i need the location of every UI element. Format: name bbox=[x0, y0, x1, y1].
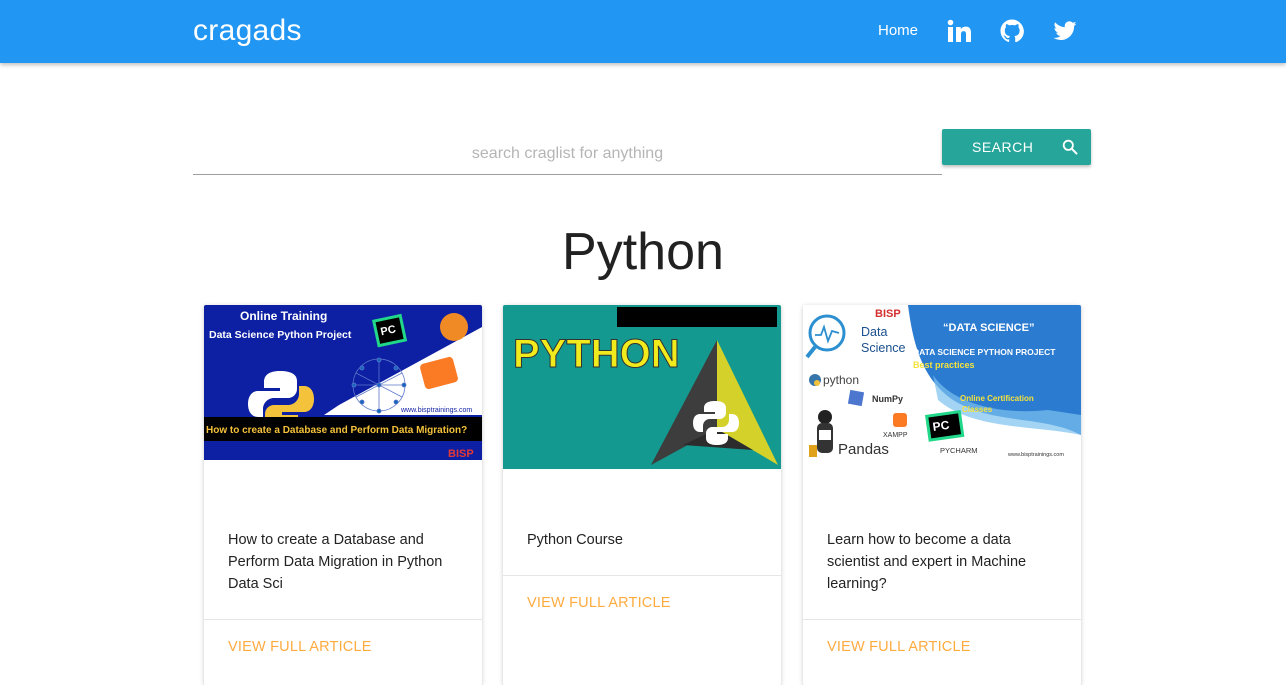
view-full-article-link[interactable]: VIEW FULL ARTICLE bbox=[527, 595, 671, 611]
search-button[interactable]: SEARCH bbox=[942, 129, 1091, 165]
article-card: Online Training Data Science Python Proj… bbox=[204, 305, 482, 685]
page-title: Python bbox=[562, 223, 724, 281]
search-button-label: SEARCH bbox=[972, 139, 1034, 155]
view-full-article-link[interactable]: VIEW FULL ARTICLE bbox=[827, 639, 971, 655]
card-action: VIEW FULL ARTICLE bbox=[803, 619, 1081, 655]
navbar: cragads Home bbox=[0, 0, 1286, 63]
bisp-logo: BISP bbox=[448, 448, 474, 460]
card-image-quote: “DATA SCIENCE” bbox=[943, 322, 1034, 334]
numpy-label: NumPy bbox=[872, 394, 903, 404]
article-card: PYTHON Python Course VIEW FULL ARTICLE bbox=[503, 305, 781, 685]
data-science-label: Science bbox=[861, 341, 906, 355]
view-full-article-link[interactable]: VIEW FULL ARTICLE bbox=[228, 639, 372, 655]
svg-text:PC: PC bbox=[932, 418, 951, 434]
brand-logo[interactable]: cragads bbox=[193, 14, 302, 48]
card-title: Python Course bbox=[527, 532, 623, 548]
card-image[interactable]: BISP Data Science “DATA SCIENCE” DATA SC… bbox=[803, 305, 1081, 460]
postgres-logo-icon bbox=[440, 313, 468, 341]
card-image-project: DATA SCIENCE PYTHON PROJECT bbox=[913, 347, 1056, 357]
card-image-title: Online Training bbox=[240, 309, 327, 323]
card-image-subtitle: Data Science Python Project bbox=[209, 329, 352, 341]
xampp-label: XAMPP bbox=[883, 432, 908, 439]
card-image-best: Best practices bbox=[913, 360, 975, 370]
python-label: python bbox=[823, 373, 859, 387]
twitter-icon[interactable] bbox=[1052, 18, 1078, 44]
card-action: VIEW FULL ARTICLE bbox=[204, 619, 482, 655]
card-image-banner: How to create a Database and Perform Dat… bbox=[206, 425, 467, 436]
xampp-logo-icon bbox=[893, 413, 907, 427]
pycharm-badge-icon: PC bbox=[925, 409, 965, 442]
search-input[interactable] bbox=[193, 130, 942, 174]
github-icon[interactable] bbox=[999, 18, 1025, 44]
card-image-website: www.bisptrainings.com bbox=[1007, 452, 1064, 458]
nav-home-link[interactable]: Home bbox=[878, 22, 918, 39]
card-image-title: PYTHON bbox=[513, 332, 680, 376]
article-card: BISP Data Science “DATA SCIENCE” DATA SC… bbox=[803, 305, 1081, 685]
search-field bbox=[193, 130, 942, 175]
linkedin-icon[interactable] bbox=[946, 18, 972, 44]
card-image-online: Classes bbox=[962, 405, 993, 414]
card-title: Learn how to become a data scientist and… bbox=[827, 532, 1027, 592]
numpy-logo-icon bbox=[847, 389, 865, 407]
bisp-logo: BISP bbox=[875, 308, 901, 320]
card-image-online: Online Certification bbox=[960, 394, 1034, 403]
card-image[interactable]: Online Training Data Science Python Proj… bbox=[204, 305, 482, 460]
pycharm-label: PYCHARM bbox=[940, 446, 978, 455]
redaction-bar bbox=[617, 307, 777, 327]
card-image-website: www.bisptrainings.com bbox=[400, 407, 472, 414]
pandas-label: Pandas bbox=[838, 441, 889, 458]
data-science-label: Data bbox=[861, 325, 887, 339]
search-icon bbox=[1062, 139, 1078, 155]
card-image[interactable]: PYTHON bbox=[503, 305, 781, 469]
card-action: VIEW FULL ARTICLE bbox=[503, 575, 781, 611]
card-title: How to create a Database and Perform Dat… bbox=[228, 532, 443, 592]
